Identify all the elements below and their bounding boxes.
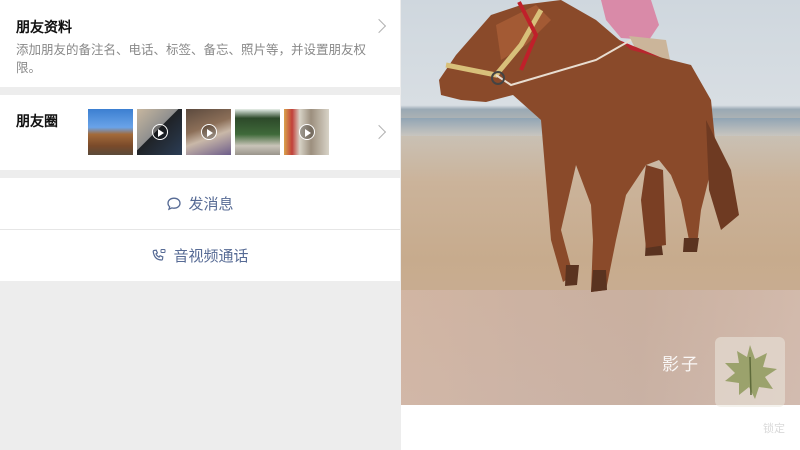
phone-video-icon [151, 248, 167, 264]
moments-thumbnail-video [137, 109, 182, 155]
friend-profile-title: 朋友资料 [16, 20, 72, 36]
play-icon [298, 124, 315, 140]
send-message-button[interactable]: 发消息 [0, 178, 400, 229]
watermark-logo [715, 337, 785, 407]
chevron-right-icon [371, 18, 387, 34]
chat-bubble-icon [166, 196, 182, 212]
watermark-text: 影子 [662, 355, 700, 375]
action-buttons: 发消息 音视频通话 [0, 178, 400, 281]
send-message-label: 发消息 [188, 195, 234, 213]
video-call-label: 音视频通话 [173, 247, 249, 265]
photo-bottom-area [401, 405, 800, 450]
moments-thumbnail-video [186, 109, 231, 155]
play-icon [200, 124, 217, 140]
moments-thumbnail-photo [235, 109, 280, 155]
watermark-sub-text: 锁定 [763, 422, 785, 435]
friend-profile-row[interactable]: 朋友资料 添加朋友的备注名、电话、标签、备忘、照片等，并设置朋友权限。 [0, 0, 400, 87]
moments-row[interactable]: 朋友圈 [0, 95, 400, 170]
video-call-button[interactable]: 音视频通话 [0, 230, 400, 281]
contact-detail-pane: 朋友资料 添加朋友的备注名、电话、标签、备忘、照片等，并设置朋友权限。 朋友圈 … [0, 0, 400, 450]
leaf-logo-icon [725, 345, 777, 399]
moments-title: 朋友圈 [16, 114, 58, 130]
chevron-right-icon [371, 124, 387, 140]
play-icon [151, 124, 168, 140]
moments-thumbnail-photo [88, 109, 133, 155]
moments-thumbnail-video [284, 109, 329, 155]
friend-profile-description: 添加朋友的备注名、电话、标签、备忘、照片等，并设置朋友权限。 [16, 42, 367, 75]
